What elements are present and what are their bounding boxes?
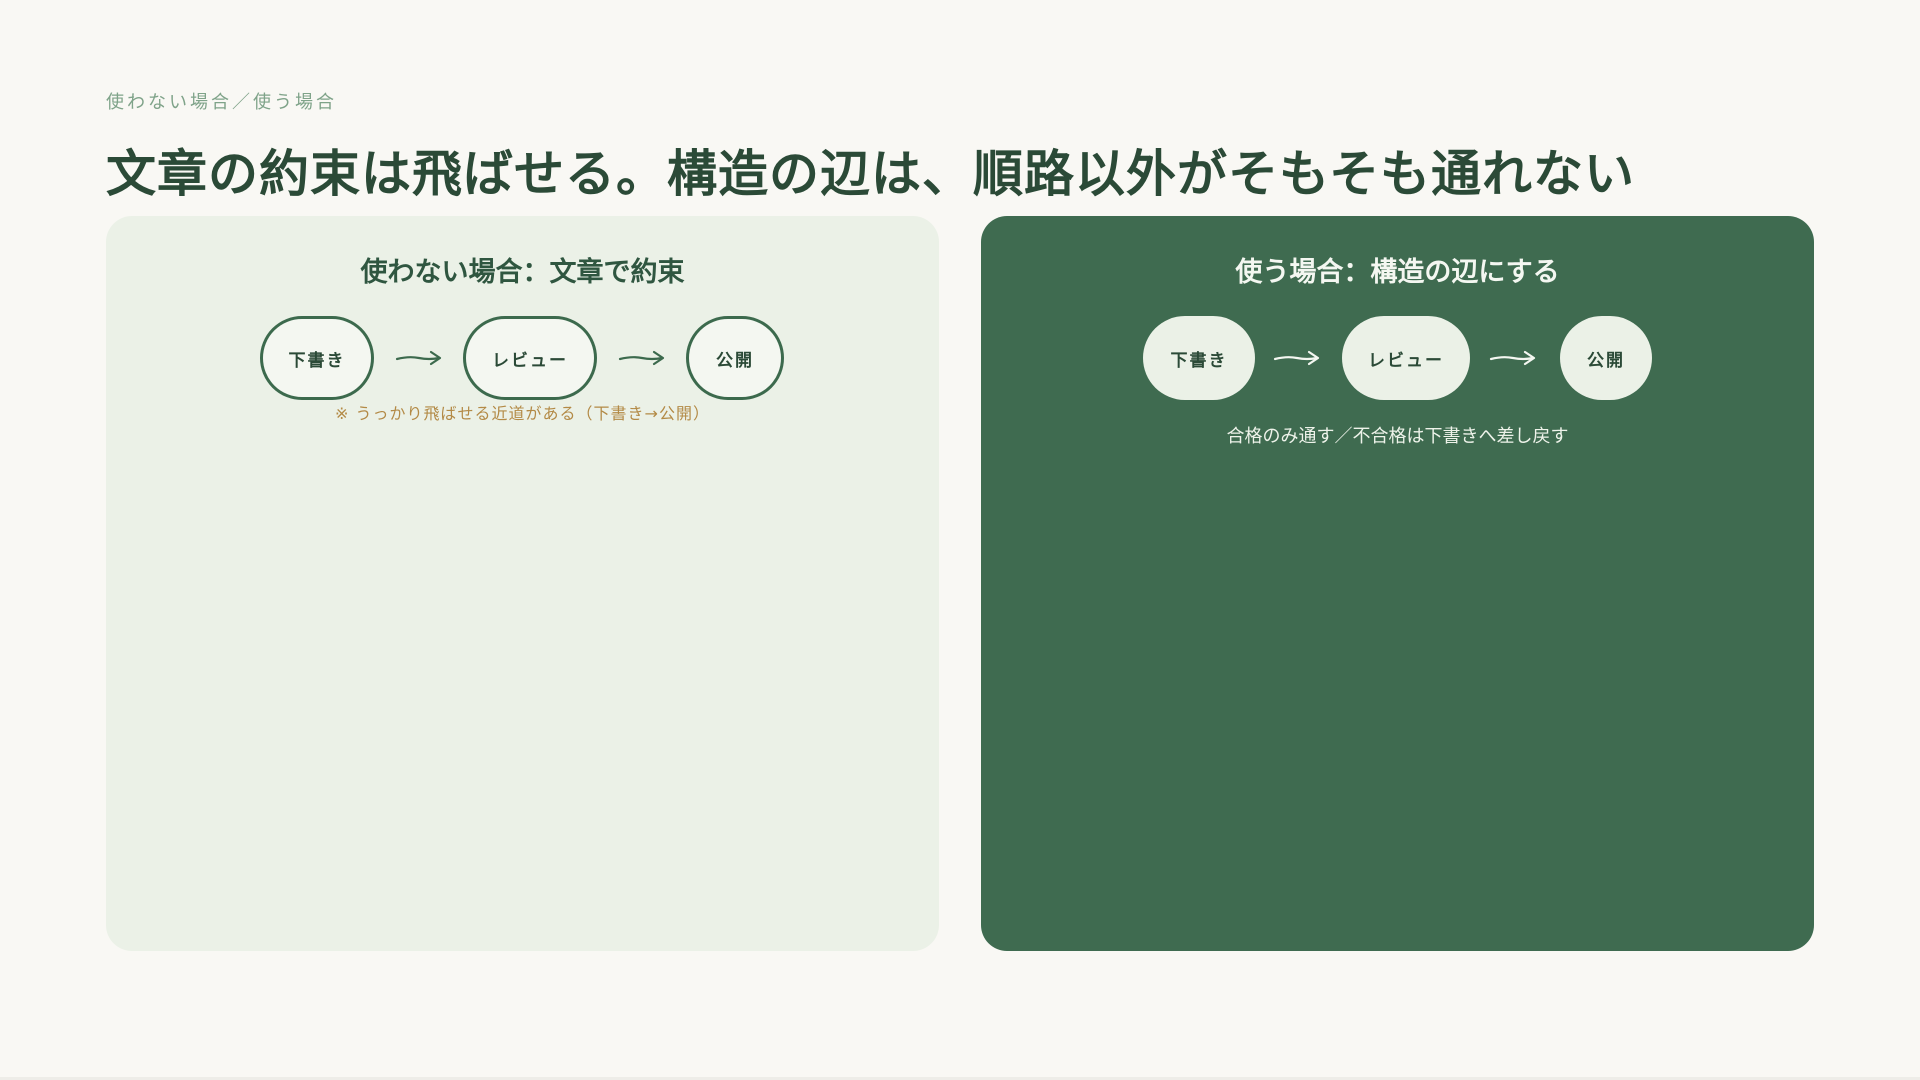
arrow-icon: [395, 350, 442, 366]
right-flow: 下書き レビュー 公開: [981, 316, 1814, 400]
left-panel-title: 使わない場合：文章で約束: [360, 257, 685, 288]
left-node-publish: 公開: [686, 316, 784, 400]
right-node-review: レビュー: [1342, 316, 1470, 400]
right-panel: 使う場合：構造の辺にする 下書き レビュー 公開 合格のみ通す／不合格は下書きへ…: [981, 216, 1814, 951]
arrow-icon: [1273, 350, 1320, 366]
right-node-publish: 公開: [1560, 316, 1652, 400]
arrow-icon: [1489, 350, 1536, 366]
slide-title: 文章の約束は飛ばせる。構造の辺は、順路以外がそもそも通れない: [106, 145, 1635, 203]
slide-eyebrow: 使わない場合／使う場合: [106, 92, 337, 113]
left-panel-note: ※ うっかり飛ばせる近道がある（下書き→公開）: [335, 404, 710, 423]
left-node-draft: 下書き: [260, 316, 374, 400]
left-node-review: レビュー: [463, 316, 597, 400]
right-panel-note: 合格のみ通す／不合格は下書きへ差し戻す: [1226, 426, 1569, 447]
right-node-draft: 下書き: [1143, 316, 1255, 400]
arrow-icon: [618, 350, 665, 366]
right-panel-title: 使う場合：構造の辺にする: [1235, 257, 1560, 288]
left-flow: 下書き レビュー 公開: [106, 316, 939, 400]
left-panel: 使わない場合：文章で約束 下書き レビュー 公開 ※ うっかり飛ばせる近道がある…: [106, 216, 939, 951]
